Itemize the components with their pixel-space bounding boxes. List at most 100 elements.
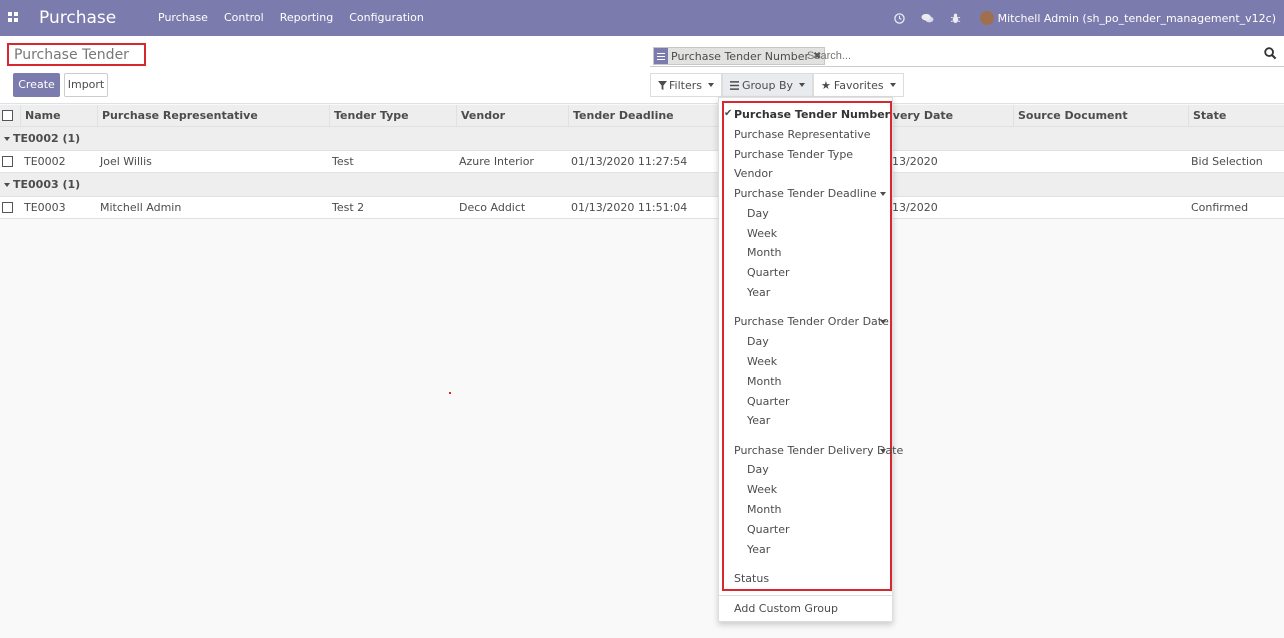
menu-item-purchase[interactable]: Purchase [150,11,216,24]
chevron-down-icon [799,83,806,87]
caret-down-icon [880,449,886,453]
cell-representative: Joel Willis [100,155,152,168]
group-by-dropdown: ✔ Purchase Tender Number Purchase Repres… [718,97,903,622]
groupby-order-quarter[interactable]: Quarter [747,395,790,408]
caret-down-icon [880,192,886,196]
dropdown-divider [719,595,892,596]
table-header: Name Purchase Representative Tender Type… [0,105,1284,127]
groupby-status[interactable]: Status [734,572,769,585]
favorites-label: Favorites [833,78,884,92]
cell-state: Confirmed [1191,201,1249,214]
cell-tender-type: Test 2 [332,201,365,214]
menu-item-reporting[interactable]: Reporting [272,11,341,24]
groupby-delivery-date[interactable]: Purchase Tender Delivery Date [734,444,903,457]
filters-button[interactable]: Filters [650,73,722,97]
groupby-deadline-quarter[interactable]: Quarter [747,266,790,279]
cell-state: Bid Selection [1191,155,1263,168]
cell-delivery-date: 13/2020 [892,155,938,168]
cell-tender-type: Test [332,155,354,168]
cell-source-document [1012,197,1016,219]
cell-vendor: Deco Addict [459,201,526,214]
apps-menu-icon[interactable] [8,12,18,22]
group-by-label: Group By [741,78,794,92]
groupby-deadline-year[interactable]: Year [747,286,770,299]
search-facet: Purchase Tender Number ✖ [653,47,826,65]
search-input[interactable] [807,50,1107,62]
search-bar: Purchase Tender Number ✖ [650,45,1284,67]
user-avatar[interactable] [979,11,994,25]
menu-item-control[interactable]: Control [216,11,272,24]
row-checkbox[interactable] [2,202,13,213]
cell-name: TE0003 [24,201,66,214]
column-source-document[interactable]: Source Document [1013,105,1188,127]
stray-dot [449,392,451,394]
groupby-representative[interactable]: Purchase Representative [734,128,871,141]
checkmark-icon: ✔ [724,108,733,119]
page-title: Purchase Tender [7,43,146,66]
create-button[interactable]: Create [13,73,60,97]
column-name[interactable]: Name [20,105,97,127]
column-vendor[interactable]: Vendor [456,105,568,127]
group-row[interactable]: TE0002 (1) [0,127,1284,151]
user-menu[interactable]: Mitchell Admin (sh_po_tender_management_… [998,12,1276,25]
cell-delivery-date: 13/2020 [892,201,938,214]
cell-vendor: Azure Interior [459,155,534,168]
column-representative[interactable]: Purchase Representative [97,105,329,127]
groupby-delivery-week[interactable]: Week [747,483,777,496]
groupby-order-month[interactable]: Month [747,375,781,388]
app-brand[interactable]: Purchase [39,8,116,28]
facet-label: Purchase Tender Number [671,49,809,63]
group-by-button[interactable]: Group By [721,73,814,97]
search-icon[interactable] [1264,47,1280,63]
groupby-order-date[interactable]: Purchase Tender Order Date [734,315,889,328]
groupby-tender-type[interactable]: Purchase Tender Type [734,148,853,161]
cell-name: TE0002 [24,155,66,168]
groupby-delivery-quarter[interactable]: Quarter [747,523,790,536]
import-button[interactable]: Import [64,73,108,97]
add-custom-group[interactable]: Add Custom Group [734,602,838,615]
clock-icon[interactable] [886,9,914,27]
groupby-deadline-month[interactable]: Month [747,246,781,259]
cell-source-document [1012,151,1016,173]
column-delivery-date[interactable]: ivery Date [885,105,1013,127]
cell-deadline: 01/13/2020 11:51:04 [571,201,688,214]
search-options: Filters Group By ★ Favorites [650,73,904,97]
control-panel: Purchase Tender Create Import Purchase T… [0,36,1284,104]
group-by-facet-icon [654,48,668,64]
star-icon: ★ [821,78,831,92]
groupby-order-day[interactable]: Day [747,335,769,348]
main-menu: Purchase Control Reporting Configuration [150,11,432,24]
chat-icon[interactable] [914,9,942,27]
groupby-delivery-year[interactable]: Year [747,543,770,556]
groupby-order-year[interactable]: Year [747,414,770,427]
caret-down-icon [880,320,886,324]
list-view: Name Purchase Representative Tender Type… [0,105,1284,219]
groupby-order-week[interactable]: Week [747,355,777,368]
groupby-tender-deadline[interactable]: Purchase Tender Deadline [734,187,877,200]
bug-icon[interactable] [942,9,970,27]
table-row[interactable]: TE0002 Joel Willis Test Azure Interior 0… [0,151,1284,173]
column-tender-deadline[interactable]: Tender Deadline [568,105,718,127]
filters-label: Filters [669,78,702,92]
filter-icon [658,80,667,90]
groupby-vendor[interactable]: Vendor [734,167,773,180]
chevron-down-icon [889,83,896,87]
bars-icon [729,80,739,90]
cell-representative: Mitchell Admin [100,201,182,214]
groupby-delivery-month[interactable]: Month [747,503,781,516]
groupby-deadline-day[interactable]: Day [747,207,769,220]
menu-item-configuration[interactable]: Configuration [341,11,432,24]
column-tender-type[interactable]: Tender Type [329,105,456,127]
group-label: TE0002 (1) [13,132,81,145]
chevron-down-icon [707,83,714,87]
group-row[interactable]: TE0003 (1) [0,173,1284,197]
row-checkbox[interactable] [2,156,13,167]
navbar-systray: Mitchell Admin (sh_po_tender_management_… [886,9,1276,27]
favorites-button[interactable]: ★ Favorites [813,73,904,97]
column-state[interactable]: State [1188,105,1284,127]
groupby-tender-number[interactable]: Purchase Tender Number [734,108,890,121]
table-row[interactable]: TE0003 Mitchell Admin Test 2 Deco Addict… [0,197,1284,219]
select-all-checkbox[interactable] [2,110,13,121]
groupby-delivery-day[interactable]: Day [747,463,769,476]
groupby-deadline-week[interactable]: Week [747,227,777,240]
